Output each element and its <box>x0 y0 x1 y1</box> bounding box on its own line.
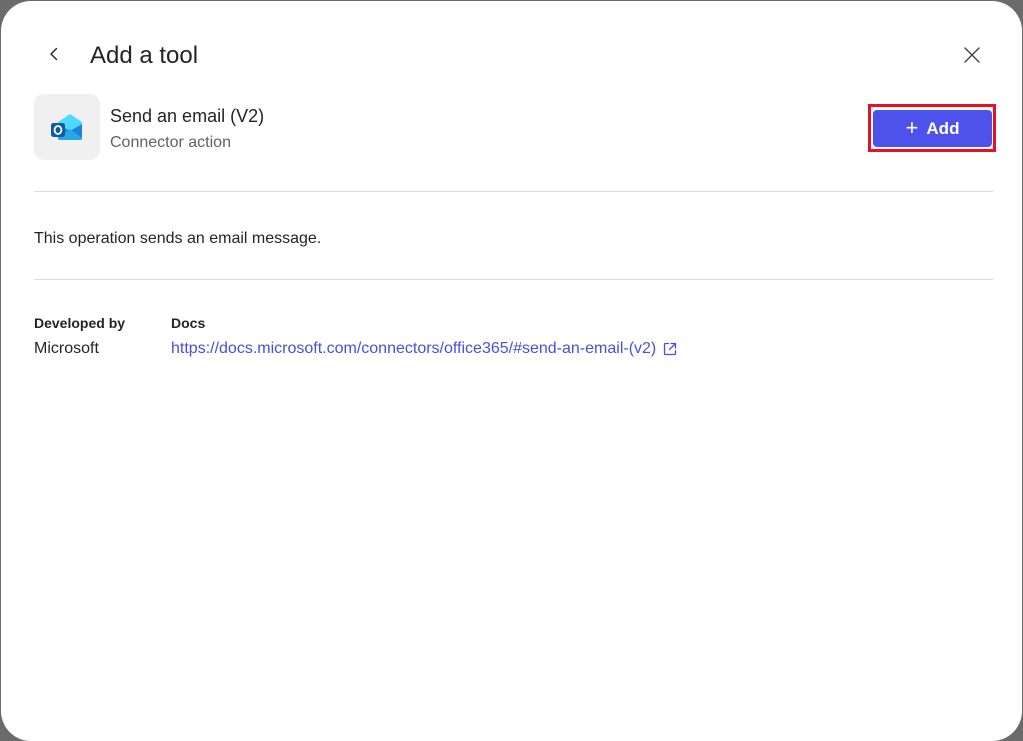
docs-label: Docs <box>171 315 206 331</box>
docs-link[interactable]: https://docs.microsoft.com/connectors/of… <box>171 339 678 359</box>
tool-summary: Send an email (V2) Connector action + Ad… <box>34 94 996 162</box>
dialog-header: Add a tool <box>1 1 1022 91</box>
divider <box>34 279 993 280</box>
outlook-icon <box>34 94 100 160</box>
chevron-left-icon <box>50 47 58 61</box>
tool-name: Send an email (V2) <box>110 106 265 126</box>
plus-icon: + <box>905 114 919 140</box>
tool-description: This operation sends an email message. <box>34 230 322 247</box>
add-button-label: Add <box>926 118 960 138</box>
divider <box>34 191 993 192</box>
back-button[interactable] <box>39 39 69 69</box>
close-icon <box>964 47 980 63</box>
docs-url: https://docs.microsoft.com/connectors/of… <box>171 340 657 357</box>
close-button[interactable] <box>956 39 988 71</box>
add-button[interactable]: + Add <box>873 110 992 147</box>
developed-by-value: Microsoft <box>34 340 99 357</box>
dialog-title: Add a tool <box>90 42 199 69</box>
add-tool-dialog: Add a tool Send an email (V2) Connector … <box>1 1 1022 741</box>
developed-by-label: Developed by <box>34 315 126 331</box>
tool-type: Connector action <box>110 134 231 151</box>
external-link-icon <box>664 342 677 356</box>
